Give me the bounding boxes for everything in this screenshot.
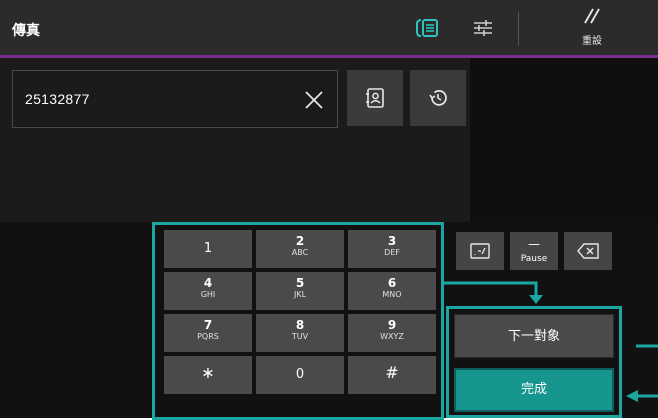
dial-options-icon <box>470 243 490 259</box>
recipient-side-area <box>470 58 658 222</box>
header-divider <box>518 12 519 46</box>
pause-button[interactable]: — Pause <box>510 232 558 270</box>
settings-button[interactable] <box>468 14 498 42</box>
close-icon <box>305 91 323 109</box>
key-hash[interactable]: # <box>348 356 436 394</box>
key-star[interactable]: ∗ <box>164 356 252 394</box>
settings-sliders-icon <box>474 20 492 36</box>
fax-address-book-icon <box>416 19 438 37</box>
key-0[interactable]: 0 <box>256 356 344 394</box>
history-icon <box>429 90 447 106</box>
key-6[interactable]: 6 MNO <box>348 272 436 310</box>
fax-address-book-button[interactable] <box>412 14 442 42</box>
key-4[interactable]: 4 GHI <box>164 272 252 310</box>
fax-number-value: 25132877 <box>25 91 90 107</box>
next-recipient-button[interactable]: 下一對象 <box>454 314 614 358</box>
history-button[interactable] <box>410 70 466 126</box>
key-9[interactable]: 9 WXYZ <box>348 314 436 352</box>
clear-number-button[interactable] <box>301 87 327 113</box>
reset-label: 重設 <box>582 36 602 47</box>
reset-button[interactable]: 重設 <box>568 6 616 52</box>
key-8[interactable]: 8 TUV <box>256 314 344 352</box>
key-5[interactable]: 5 JKL <box>256 272 344 310</box>
pause-label: Pause <box>520 254 548 264</box>
backspace-button[interactable] <box>564 232 612 270</box>
address-book-icon <box>366 88 384 108</box>
backspace-icon <box>577 243 599 259</box>
dial-options-button[interactable] <box>456 232 504 270</box>
pause-dash: — <box>528 237 540 251</box>
address-book-button[interactable] <box>347 70 403 126</box>
keypad-panel: 1 2 ABC 3 DEF 4 GHI 5 JKL 6 MNO 7 PQRS 8… <box>0 222 658 420</box>
reset-slash-icon <box>584 8 600 24</box>
key-3[interactable]: 3 DEF <box>348 230 436 268</box>
key-1[interactable]: 1 <box>164 230 252 268</box>
fax-number-field[interactable]: 25132877 <box>12 70 338 128</box>
page-title: 傳真 <box>12 23 40 39</box>
key-7[interactable]: 7 PQRS <box>164 314 252 352</box>
done-button[interactable]: 完成 <box>454 368 614 412</box>
recipient-panel: 25132877 <box>0 58 658 222</box>
header-bar: 傳真 重設 <box>0 0 658 58</box>
key-2[interactable]: 2 ABC <box>256 230 344 268</box>
